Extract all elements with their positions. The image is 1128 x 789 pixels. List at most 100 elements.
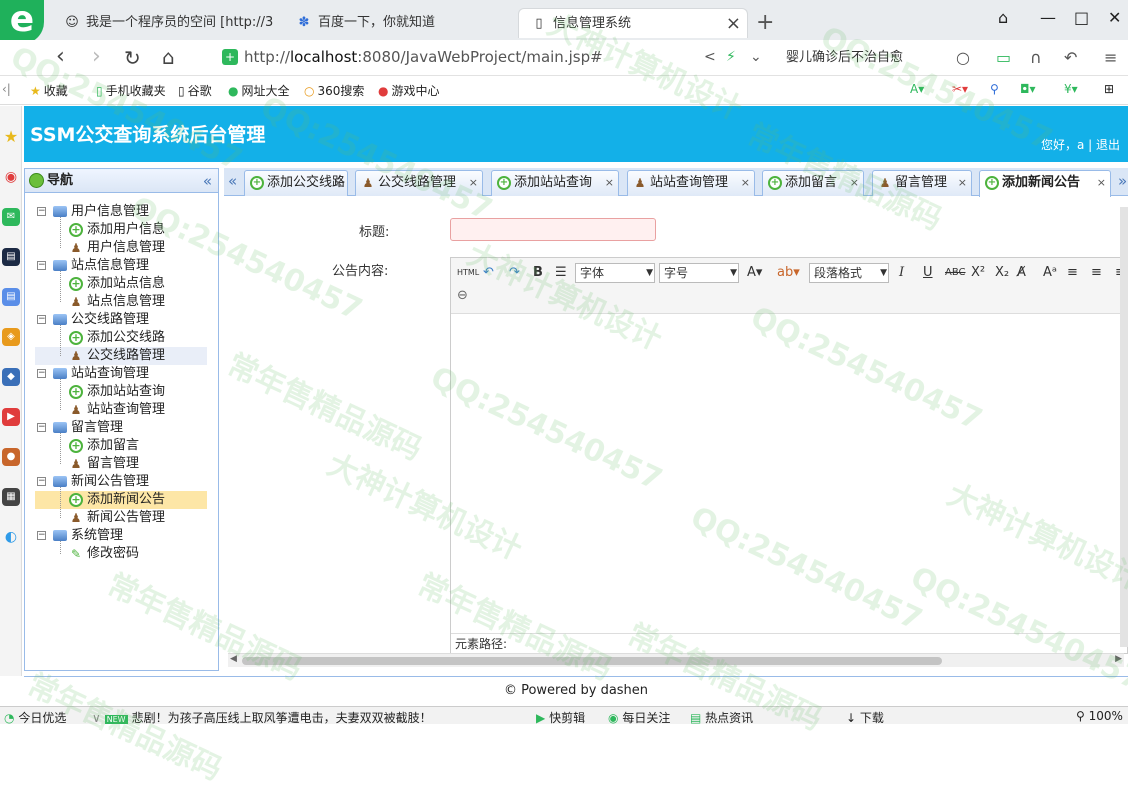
collapse-toggle-icon[interactable]: − [37, 531, 46, 540]
content-tab[interactable]: + 添加新闻公告 × [979, 170, 1111, 197]
horizontal-scrollbar[interactable]: ◀ ▶ [228, 653, 1124, 667]
status-item-daily[interactable]: ◉ 每日关注 [608, 709, 670, 726]
align-left-icon[interactable]: ≡ [1067, 263, 1078, 283]
apps-icon[interactable]: ⊞ [1104, 82, 1114, 96]
content-tab[interactable]: ♟ 留言管理 × [872, 170, 972, 196]
tab-scroll-left-icon[interactable]: « [228, 172, 237, 190]
star-icon[interactable]: ★ [2, 128, 20, 146]
search-input[interactable]: 婴儿确诊后不治自愈 [786, 46, 903, 65]
nav-item[interactable]: ♟ 用户信息管理 [25, 239, 215, 257]
battery-icon[interactable]: ▭ [996, 48, 1011, 67]
mail-icon[interactable]: ✉ [2, 208, 20, 226]
close-tab-icon[interactable]: × [334, 171, 343, 195]
game-icon[interactable]: ◆ [2, 368, 20, 386]
browser-tab-3[interactable]: ▯ 信息管理系统 × [518, 8, 748, 38]
nav-group[interactable]: − 留言管理 [25, 419, 215, 437]
close-tab-icon[interactable]: × [726, 9, 741, 38]
nav-item[interactable]: + 添加站点信息 [25, 275, 215, 293]
close-window-icon[interactable]: ✕ [1108, 8, 1121, 27]
undo-icon[interactable]: ↶ [483, 263, 494, 283]
link-icon[interactable]: ⊖ [457, 286, 468, 306]
bookmark-games[interactable]: ● 游戏中心 [378, 82, 440, 99]
browser-tab-1[interactable]: ☺ 我是一个程序员的空间 [http://3 [52, 8, 276, 38]
headphone-icon[interactable]: ∩ [1030, 48, 1042, 67]
bookmark-sites[interactable]: ● 网址大全 [228, 82, 290, 99]
nav-item[interactable]: + 添加公交线路 [25, 329, 215, 347]
subscript-icon[interactable]: X₂ [995, 263, 1009, 283]
refresh-icon[interactable]: ↻ [124, 46, 141, 70]
lightning-icon[interactable]: ⚡ [726, 49, 736, 65]
nav-group[interactable]: − 公交线路管理 [25, 311, 215, 329]
bookmark-favorites[interactable]: ★ 收藏 [30, 82, 68, 99]
content-tab[interactable]: ♟ 公交线路管理 × [355, 170, 483, 196]
content-tab[interactable]: + 添加留言 × [762, 170, 864, 196]
scroll-left-icon[interactable]: ◀ [230, 654, 237, 664]
highlight-icon[interactable]: ab▾ [777, 263, 800, 283]
nav-item[interactable]: ♟ 新闻公告管理 [25, 509, 215, 527]
font-size-select[interactable]: 字号 ▼ [659, 263, 739, 283]
rich-text-editor[interactable]: HTML ↶ ↷ B ☰ 字体 ▼ 字号 ▼ A▾ ab▾ 段落格式 ▼ I U AB… [450, 257, 1128, 654]
collapse-toggle-icon[interactable]: − [37, 477, 46, 486]
collapse-toggle-icon[interactable]: − [37, 315, 46, 324]
back-icon[interactable]: ‹ [56, 44, 65, 69]
share-icon[interactable]: < [704, 49, 716, 65]
html-source-icon[interactable]: HTML [457, 263, 479, 283]
close-tab-icon[interactable]: × [958, 171, 967, 195]
collapse-toggle-icon[interactable]: − [37, 207, 46, 216]
bookmark-google[interactable]: ▯ 谷歌 [178, 82, 212, 99]
forward-icon[interactable]: › [92, 44, 101, 69]
italic-icon[interactable]: I [899, 263, 904, 283]
url-bar[interactable]: + http://localhost:8080/JavaWebProject/m… [216, 44, 772, 72]
status-item-download[interactable]: ↓ 下载 [846, 709, 884, 726]
maximize-icon[interactable]: □ [1074, 8, 1089, 27]
nav-item[interactable]: ✎ 修改密码 [25, 545, 215, 563]
search-icon[interactable]: ○ [956, 48, 970, 67]
nav-item[interactable]: ♟ 留言管理 [25, 455, 215, 473]
home-icon[interactable]: ⌂ [162, 45, 175, 69]
vertical-scrollbar[interactable] [1120, 207, 1128, 647]
collapse-toggle-icon[interactable]: − [37, 423, 46, 432]
chevron-down-icon[interactable]: ⌄ [750, 49, 762, 65]
font-family-select[interactable]: 字体 ▼ [575, 263, 655, 283]
tab-scroll-right-icon[interactable]: » [1118, 172, 1127, 190]
align-center-icon[interactable]: ≡ [1091, 263, 1102, 283]
sidebar-toggle-icon[interactable]: ‹| [2, 82, 11, 96]
font-color-icon[interactable]: A▾ [747, 263, 762, 283]
nav-item[interactable]: ♟ 站站查询管理 [25, 401, 215, 419]
app-icon[interactable]: ▦ [2, 488, 20, 506]
bookmark-360[interactable]: ○ 360搜索 [304, 82, 364, 99]
close-tab-icon[interactable]: × [605, 171, 614, 195]
bold-icon[interactable]: B [533, 263, 543, 283]
shop-icon[interactable]: ◈ [2, 328, 20, 346]
superscript-icon[interactable]: X² [971, 263, 985, 283]
zoom-level[interactable]: ⚲ 100% [1076, 709, 1123, 723]
status-item-hot[interactable]: ▤ 热点资讯 [690, 709, 753, 726]
collapse-icon[interactable]: « [203, 169, 212, 193]
nav-group[interactable]: − 新闻公告管理 [25, 473, 215, 491]
scissors-icon[interactable]: ✂▾ [952, 82, 968, 96]
close-tab-icon[interactable]: × [741, 171, 750, 195]
news-icon[interactable]: ▤ [2, 248, 20, 266]
bookmark-mobile[interactable]: ▯ 手机收藏夹 [96, 82, 166, 99]
nav-item[interactable]: + 添加用户信息 [25, 221, 215, 239]
nav-group[interactable]: − 站站查询管理 [25, 365, 215, 383]
nav-group[interactable]: − 站点信息管理 [25, 257, 215, 275]
new-tab-button[interactable]: + [756, 10, 774, 35]
menu-icon[interactable]: ≡ [1104, 48, 1117, 67]
nav-item[interactable]: + 添加留言 [25, 437, 215, 455]
today-picks[interactable]: ◔ 今日优选 [4, 709, 66, 726]
news-ticker[interactable]: ∨ NEW 悲剧！为孩子高压线上取风筝遭电击，夫妻双双被截肢！ [92, 709, 432, 726]
font-style-icon[interactable]: Aᵃ [1043, 263, 1057, 283]
app-icon[interactable]: ● [2, 448, 20, 466]
scrollbar-thumb[interactable] [242, 657, 942, 665]
content-tab[interactable]: + 添加公交线路 × [244, 170, 348, 196]
redo-icon[interactable]: ↷ [509, 263, 520, 283]
strikethrough-icon[interactable]: ABC [945, 263, 966, 283]
paragraph-select[interactable]: 段落格式 ▼ [809, 263, 889, 283]
nav-item[interactable]: + 添加站站查询 [25, 383, 215, 401]
status-item-clip[interactable]: ▶ 快剪辑 [536, 709, 585, 726]
undo-icon[interactable]: ↶ [1064, 48, 1077, 67]
nav-item[interactable]: ♟ 站点信息管理 [25, 293, 215, 311]
url-text[interactable]: http://localhost:8080/JavaWebProject/mai… [244, 48, 603, 66]
close-tab-icon[interactable]: × [469, 171, 478, 195]
